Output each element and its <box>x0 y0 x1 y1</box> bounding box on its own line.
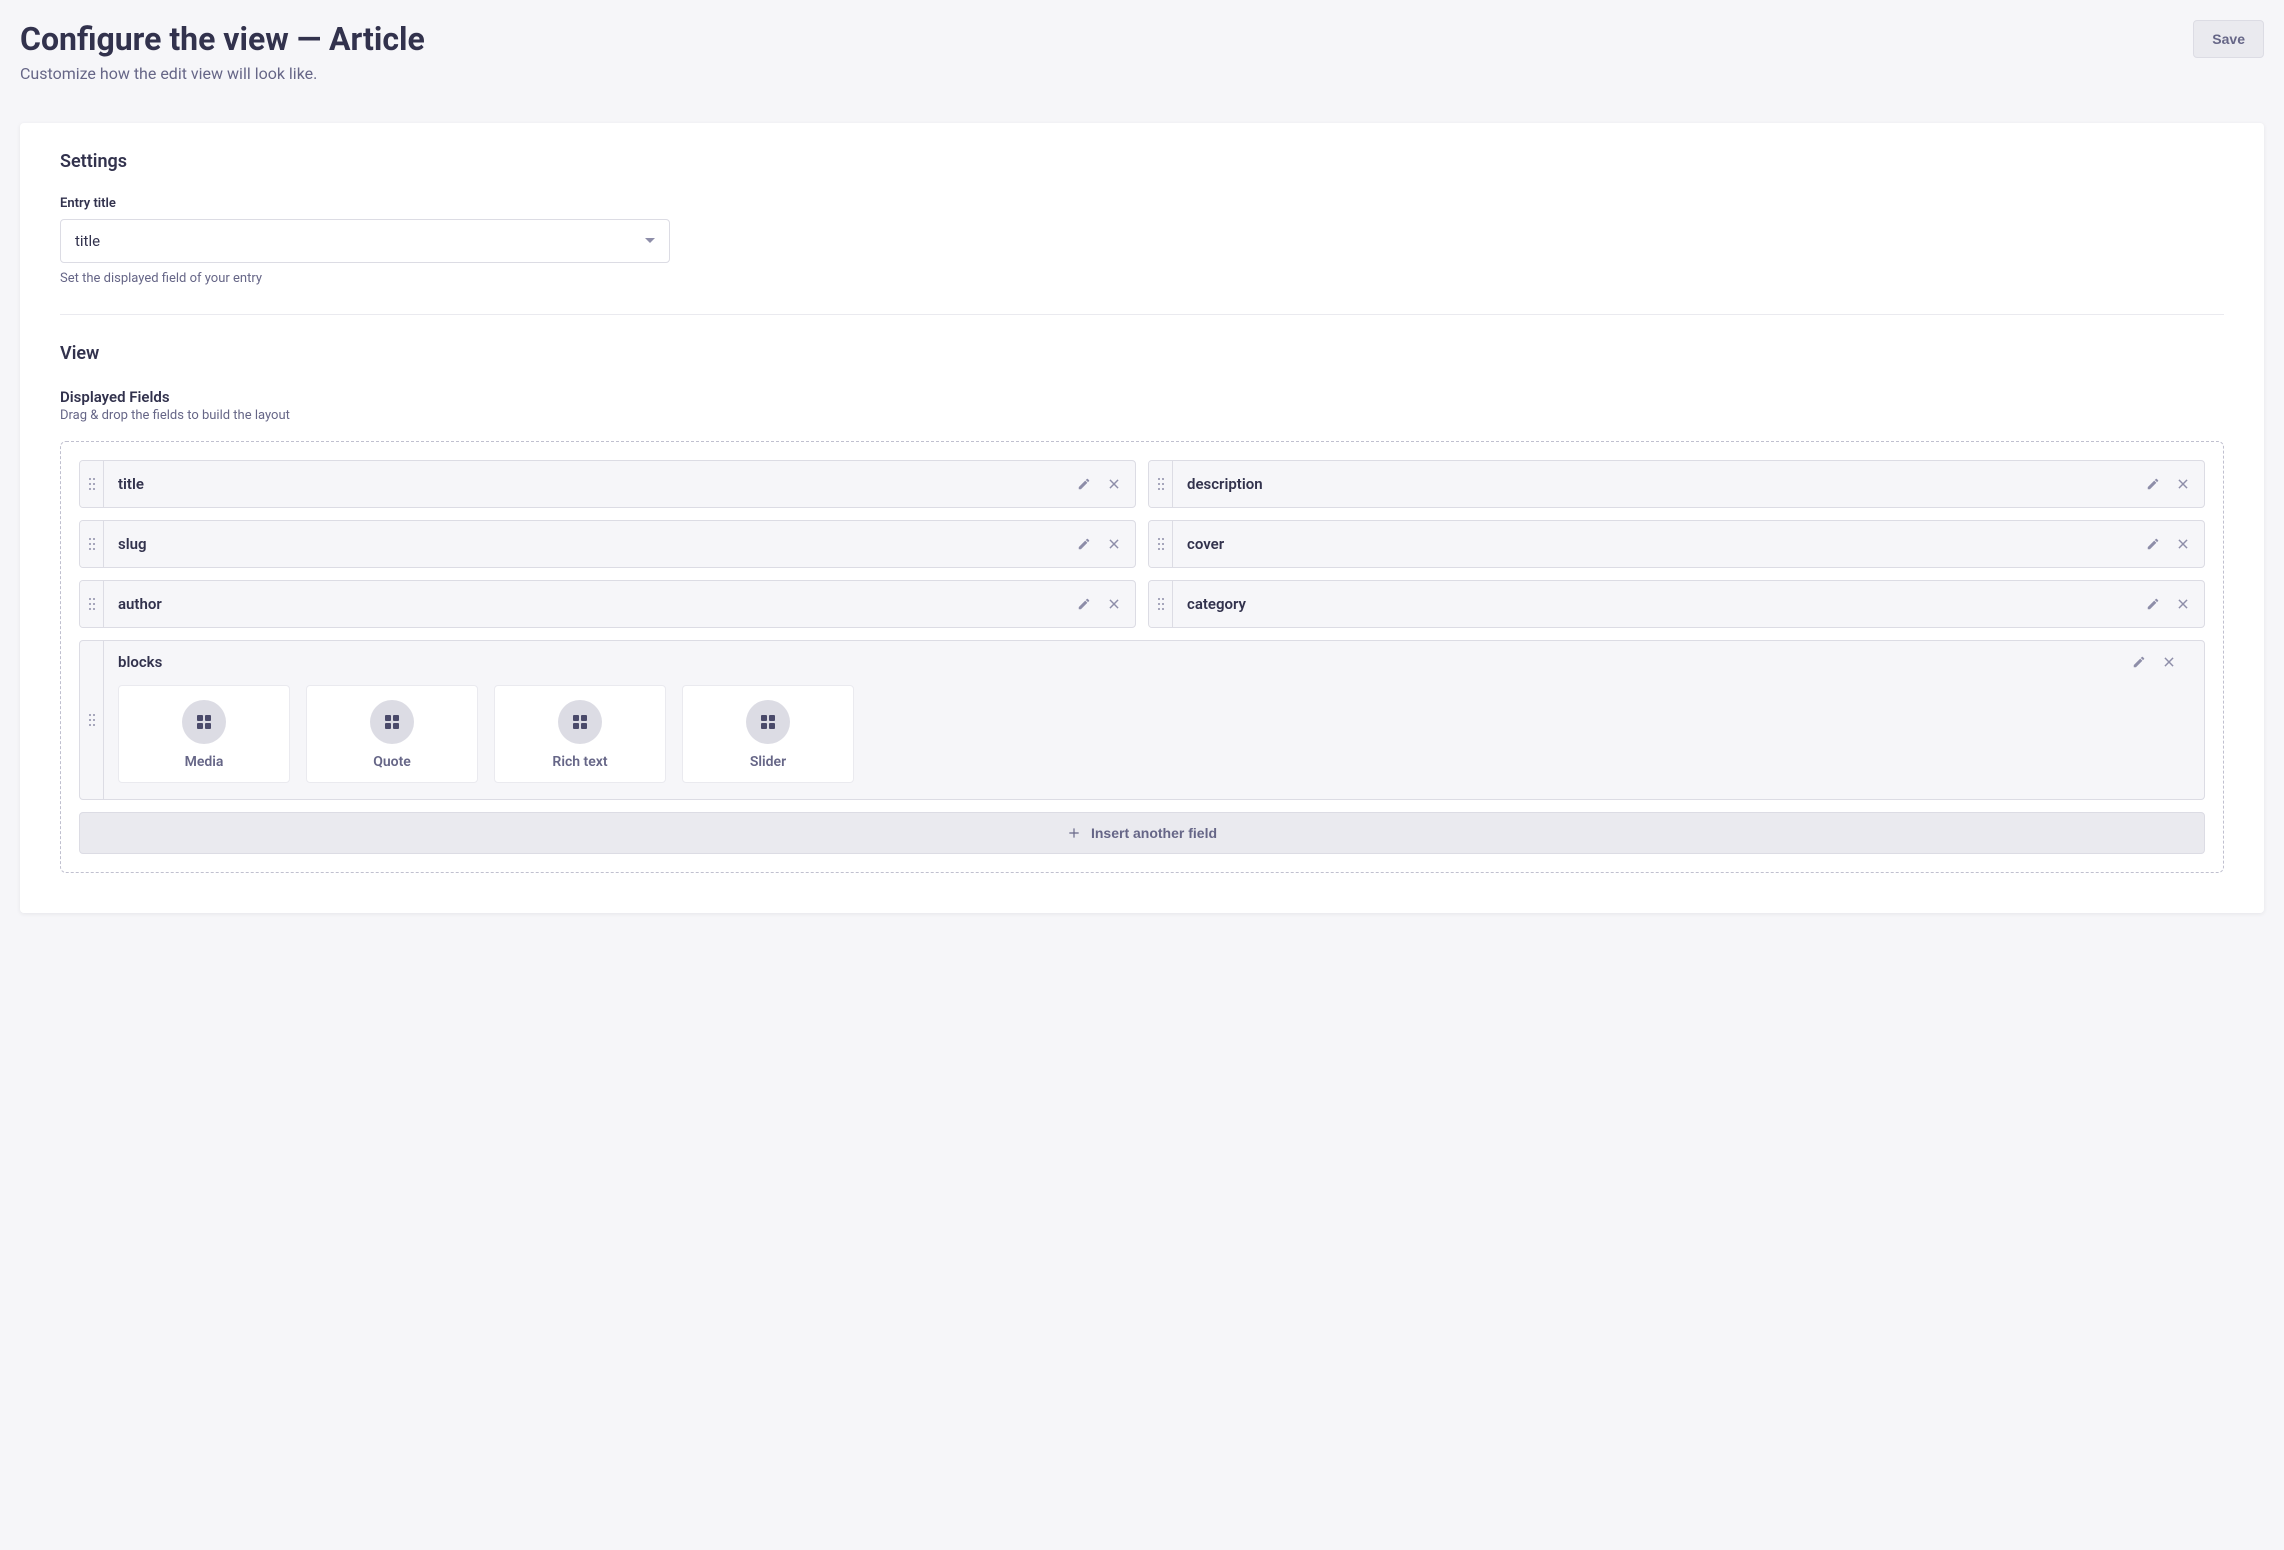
component-label: Slider <box>750 754 786 770</box>
close-icon[interactable] <box>1107 477 1121 491</box>
edit-icon[interactable] <box>2146 597 2160 611</box>
edit-icon[interactable] <box>2132 655 2146 669</box>
edit-icon[interactable] <box>1077 597 1091 611</box>
drag-handle-icon[interactable] <box>1149 581 1173 627</box>
component-grid-icon <box>182 700 226 744</box>
field-label: author <box>104 595 1077 613</box>
edit-icon[interactable] <box>1077 477 1091 491</box>
drag-handle-icon[interactable] <box>80 521 104 567</box>
settings-heading: Settings <box>60 151 2224 172</box>
save-button[interactable]: Save <box>2193 20 2264 58</box>
close-icon[interactable] <box>1107 537 1121 551</box>
field-label: blocks <box>118 653 2132 671</box>
drag-handle-icon[interactable] <box>1149 461 1173 507</box>
plus-icon <box>1067 826 1081 840</box>
component-label: Media <box>185 754 224 770</box>
component-card-quote[interactable]: Quote <box>306 685 478 783</box>
field-chip-description[interactable]: description <box>1148 460 2205 508</box>
fields-dropzone: title description <box>60 441 2224 873</box>
close-icon[interactable] <box>1107 597 1121 611</box>
edit-icon[interactable] <box>1077 537 1091 551</box>
insert-field-label: Insert another field <box>1091 825 1217 841</box>
close-icon[interactable] <box>2176 477 2190 491</box>
close-icon[interactable] <box>2176 537 2190 551</box>
field-label: category <box>1173 595 2146 613</box>
field-chip-category[interactable]: category <box>1148 580 2205 628</box>
field-label: slug <box>104 535 1077 553</box>
field-chip-cover[interactable]: cover <box>1148 520 2205 568</box>
component-label: Quote <box>373 754 411 770</box>
entry-title-label: Entry title <box>60 196 2224 211</box>
blocks-components: Media Quote Rich text <box>118 685 2190 783</box>
edit-icon[interactable] <box>2146 537 2160 551</box>
component-grid-icon <box>558 700 602 744</box>
field-label: cover <box>1173 535 2146 553</box>
drag-handle-icon[interactable] <box>1149 521 1173 567</box>
component-card-slider[interactable]: Slider <box>682 685 854 783</box>
component-card-rich-text[interactable]: Rich text <box>494 685 666 783</box>
config-card: Settings Entry title title Set the displ… <box>20 123 2264 913</box>
component-card-media[interactable]: Media <box>118 685 290 783</box>
fields-grid: title description <box>79 460 2205 628</box>
field-label: description <box>1173 475 2146 493</box>
section-divider <box>60 314 2224 315</box>
drag-handle-icon[interactable] <box>80 581 104 627</box>
displayed-fields-desc: Drag & drop the fields to build the layo… <box>60 408 2224 423</box>
drag-handle-icon[interactable] <box>80 461 104 507</box>
page-title: Configure the view — Article <box>20 20 425 58</box>
field-chip-slug[interactable]: slug <box>79 520 1136 568</box>
component-grid-icon <box>370 700 414 744</box>
entry-title-helper: Set the displayed field of your entry <box>60 271 2224 286</box>
field-chip-author[interactable]: author <box>79 580 1136 628</box>
insert-field-button[interactable]: Insert another field <box>79 812 2205 854</box>
displayed-fields-label: Displayed Fields <box>60 388 2224 406</box>
close-icon[interactable] <box>2176 597 2190 611</box>
field-label: title <box>104 475 1077 493</box>
field-chip-blocks[interactable]: blocks Media <box>79 640 2205 800</box>
close-icon[interactable] <box>2162 655 2176 669</box>
entry-title-select[interactable]: title <box>60 219 670 263</box>
field-chip-title[interactable]: title <box>79 460 1136 508</box>
component-grid-icon <box>746 700 790 744</box>
edit-icon[interactable] <box>2146 477 2160 491</box>
view-heading: View <box>60 343 2224 364</box>
component-label: Rich text <box>552 754 607 770</box>
drag-handle-icon[interactable] <box>80 641 104 799</box>
page-subtitle: Customize how the edit view will look li… <box>20 64 425 83</box>
